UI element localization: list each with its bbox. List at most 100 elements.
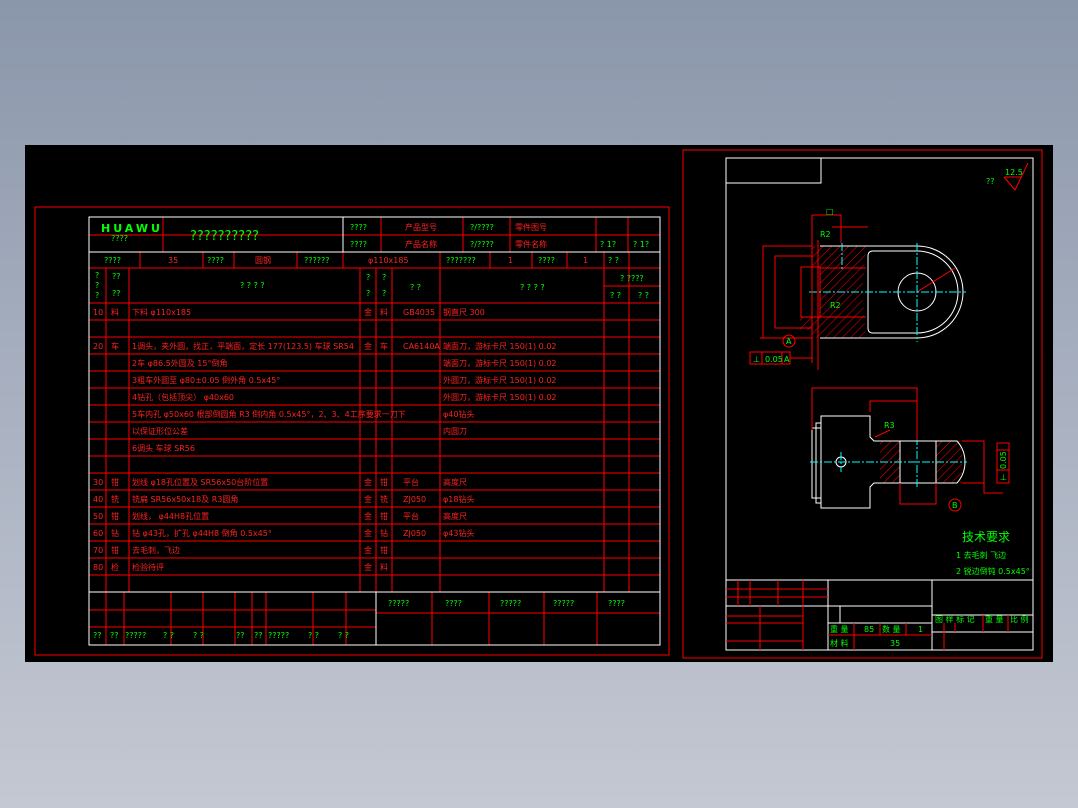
column-header: ? ?	[610, 291, 621, 300]
info-cell: ????	[207, 256, 224, 265]
column-header: ?	[366, 273, 370, 282]
column-header: ? ????	[620, 274, 644, 283]
row-equipment: 平台	[403, 511, 419, 521]
header-cell: 产品型号	[405, 222, 437, 232]
row-tooling: 高度尺	[443, 511, 467, 521]
header-cell: ? 1?	[600, 240, 616, 249]
row-op: 钳	[111, 511, 119, 521]
material-label: 材 料	[830, 638, 849, 648]
column-header: ? ?	[410, 283, 421, 292]
dim-r2-top: R2	[820, 230, 831, 239]
column-header: ??	[112, 289, 121, 298]
column-header: ?	[382, 273, 386, 282]
row-equipment: ZJ050	[403, 529, 426, 538]
row-shop: 金	[364, 477, 372, 487]
column-header: ??	[112, 272, 121, 281]
row-section: 铣	[380, 494, 388, 504]
row-op: 钻	[111, 528, 119, 538]
header-cell: ?/????	[470, 223, 494, 232]
row-no: 70	[93, 546, 103, 555]
footer-label: ?????	[268, 631, 289, 640]
row-section: 车	[380, 341, 388, 351]
info-cell: 1	[508, 256, 513, 265]
row-tooling: φ40钻头	[443, 409, 474, 419]
info-cell: 圆钢	[255, 255, 271, 265]
drawing-label: 图 样 标 记	[935, 614, 975, 624]
footer-label: ??	[254, 631, 263, 640]
header-cell: 零件图号	[515, 222, 547, 232]
svg-text:B: B	[952, 501, 958, 510]
row-equipment: 平台	[403, 477, 419, 487]
row-tooling: 高度尺	[443, 477, 467, 487]
signature-label: ?????	[388, 599, 409, 608]
row-no: 50	[93, 512, 103, 521]
row-no: 40	[93, 495, 103, 504]
row-equipment: CA6140A	[403, 342, 440, 351]
row-tooling: 外圆刀，游标卡尺 150(1) 0.02	[443, 375, 557, 385]
row-content: 下料 φ110x185	[132, 307, 191, 317]
header-cell: ?/????	[470, 240, 494, 249]
row-tooling: φ43钻头	[443, 528, 474, 538]
row-tooling: 内圆刀	[443, 426, 467, 436]
row-content: 划线， φ44H8孔位置	[132, 511, 209, 521]
row-shop: 金	[364, 528, 372, 538]
logo-subtitle: ????	[111, 234, 128, 243]
weight-value: 85	[864, 625, 874, 634]
row-no: 10	[93, 308, 103, 317]
row-content: 4钻孔（包括顶尖） φ40x60	[132, 392, 234, 402]
roughness-label: ??	[986, 177, 995, 186]
info-cell: 35	[168, 256, 178, 265]
row-content: 5车内孔 φ50x60 根部倒圆角 R3 倒内角 0.5x45°，2、3、4工序…	[132, 409, 406, 419]
signature-label: ?????	[500, 599, 521, 608]
footer-label: ?????	[125, 631, 146, 640]
column-header: ? ?	[638, 291, 649, 300]
row-content: 以保证形位公差	[132, 426, 188, 436]
drawing-label: ⊥	[1000, 473, 1007, 482]
dim-length: □	[826, 207, 834, 216]
quantity-label: 数 量	[882, 624, 901, 634]
weight-label: 重 量	[830, 624, 849, 634]
row-tooling: 端面刀，游标卡尺 150(1) 0.02	[443, 358, 557, 368]
svg-text:A: A	[786, 337, 792, 346]
row-equipment: GB4035	[403, 308, 435, 317]
header-cell: 产品名称	[405, 239, 437, 249]
card-title: ??????????	[190, 229, 259, 244]
header-cell: ????	[350, 223, 367, 232]
signature-label: ????	[608, 599, 625, 608]
row-section: 料	[380, 307, 388, 317]
info-cell: ? ?	[608, 256, 619, 265]
column-header: ?	[366, 289, 370, 298]
column-header: ? ? ? ?	[520, 283, 545, 292]
cad-viewport[interactable]: HUAWU ???? ?????????? ???? 产品型号 ?/???? 零件图号…	[0, 0, 1078, 808]
row-op: 钳	[111, 477, 119, 487]
tech-req-item: 2 锐边倒钝 0.5x45°	[956, 566, 1030, 576]
footer-label: ??	[110, 631, 119, 640]
row-op: 铣	[111, 494, 119, 504]
tech-req-item: 1 去毛刺 飞边	[956, 550, 1006, 560]
tech-req-title: 技术要求	[962, 530, 1010, 544]
column-header: ?	[382, 289, 386, 298]
footer-label: ? ?	[338, 631, 349, 640]
row-no: 60	[93, 529, 103, 538]
row-shop: 金	[364, 562, 372, 572]
drawing-label: ⊥	[753, 355, 760, 364]
footer-label: ??	[93, 631, 102, 640]
footer-label: ??	[236, 631, 245, 640]
header-cell: ????	[350, 240, 367, 249]
row-op: 钳	[111, 545, 119, 555]
drawing-label: 0.05	[765, 355, 783, 364]
row-tooling: 钢直尺 300	[443, 307, 485, 317]
row-shop: 金	[364, 307, 372, 317]
header-cell: 零件名称	[515, 239, 547, 249]
row-tooling: φ18钻头	[443, 494, 474, 504]
row-equipment: ZJ050	[403, 495, 426, 504]
row-op: 车	[111, 341, 119, 351]
row-no: 80	[93, 563, 103, 572]
footer-label: ? ?	[193, 631, 204, 640]
roughness-value: 12.5	[1005, 168, 1023, 177]
footer-label: ? ?	[163, 631, 174, 640]
row-content: 检验待评	[132, 562, 164, 572]
row-shop: 金	[364, 341, 372, 351]
row-content: 2车 φ86.5外圆及 15°倒角	[132, 358, 227, 368]
dim-r2: R2	[830, 301, 841, 310]
